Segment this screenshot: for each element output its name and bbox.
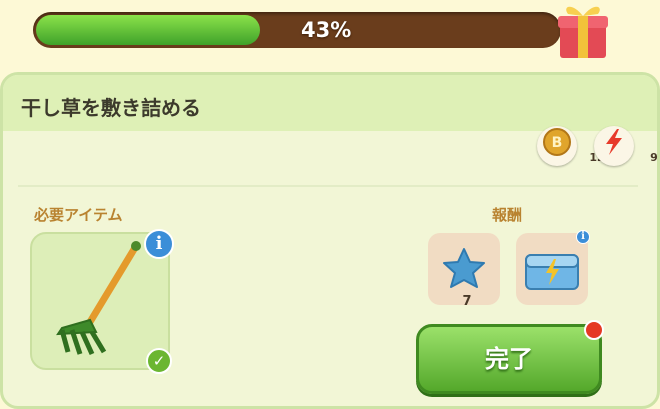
coin-cost-badge: B 12 — [537, 126, 605, 166]
energy-cost-badge: 9 — [594, 126, 658, 166]
task-title: 干し草を敷き詰める — [21, 96, 201, 120]
progress-bar: 43% — [33, 12, 561, 48]
notification-dot — [584, 320, 604, 340]
info-icon[interactable]: i — [144, 229, 174, 259]
panel-header: 干し草を敷き詰める — [3, 75, 657, 131]
progress-percent: 43% — [301, 18, 352, 42]
reward-star-count: 7 — [462, 294, 472, 309]
reward-info-icon[interactable]: i — [576, 230, 590, 244]
divider — [18, 185, 638, 187]
svg-text:B: B — [552, 135, 563, 151]
rewards-label: 報酬 — [492, 206, 523, 224]
complete-button-label: 完了 — [485, 345, 533, 373]
required-items-label: 必要アイテム — [34, 206, 123, 224]
lightning-icon — [606, 129, 622, 155]
check-icon: ✓ — [146, 348, 172, 374]
complete-button[interactable]: 完了 — [416, 324, 602, 394]
gift-box-icon[interactable] — [552, 0, 614, 60]
coin-icon: B — [543, 128, 571, 156]
progress-fill — [36, 15, 260, 45]
blue-chest-icon — [525, 254, 579, 290]
reward-item-chest[interactable] — [516, 233, 588, 305]
energy-cost-value: 9 — [650, 151, 658, 164]
